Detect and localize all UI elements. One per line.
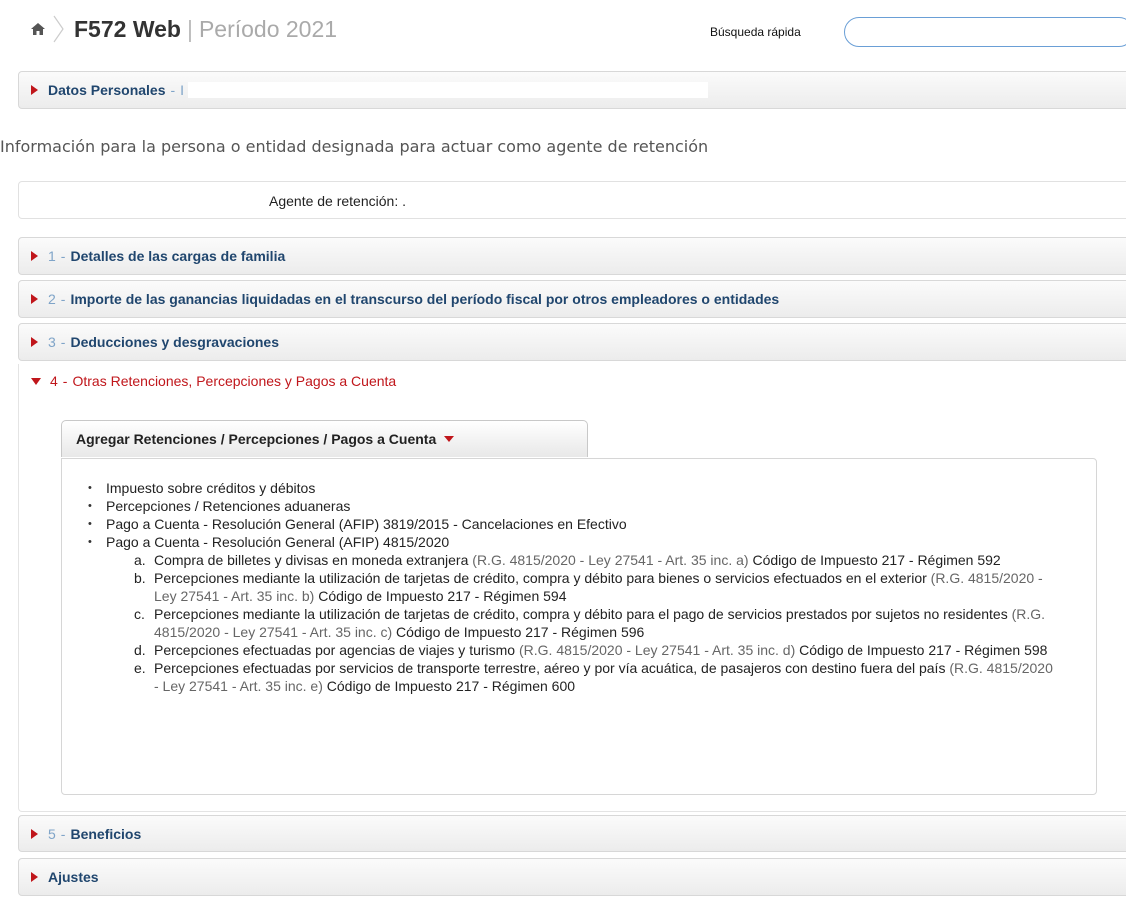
section-title: Deducciones y desgravaciones [70, 334, 280, 350]
sub-item-code: Código de Impuesto 217 - Régimen 600 [326, 678, 576, 694]
ajustes-panel[interactable]: Ajustes [18, 858, 1126, 896]
section-number: 2 [48, 291, 56, 307]
section-number: 4 [50, 373, 58, 389]
breadcrumb-separator-icon [53, 15, 64, 43]
list-item-label: Pago a Cuenta - Resolución General (AFIP… [106, 516, 627, 532]
section-5-header[interactable]: 5 - Beneficios [19, 816, 1126, 851]
dash-separator: - [62, 373, 68, 389]
list-item[interactable]: Pago a Cuenta - Resolución General (AFIP… [88, 533, 1096, 695]
top-bar: F572 Web | Período 2021 Búsqueda rápida [0, 0, 1126, 60]
sub-list-item[interactable]: a. Compra de billetes y divisas en moned… [134, 551, 1054, 569]
quick-search-input[interactable] [844, 17, 1126, 47]
sub-item-ref: (R.G. 4815/2020 - Ley 27541 - Art. 35 in… [518, 642, 796, 658]
sub-item-code: Código de Impuesto 217 - Régimen 592 [752, 552, 1001, 568]
info-text: Información para la persona o entidad de… [0, 137, 709, 156]
section-title: Otras Retenciones, Percepciones y Pagos … [72, 373, 397, 389]
home-icon[interactable] [30, 22, 46, 36]
triangle-right-icon [31, 294, 38, 304]
triangle-right-icon [31, 251, 38, 261]
sub-item-letter: b. [134, 570, 146, 586]
caret-down-icon [444, 436, 455, 442]
sub-item-letter: e. [134, 660, 146, 676]
list-item[interactable]: Impuesto sobre créditos y débitos [88, 479, 1096, 497]
section-title: Beneficios [70, 825, 142, 842]
options-list: Impuesto sobre créditos y débitos Percep… [88, 479, 1096, 695]
section-1-panel[interactable]: 1 - Detalles de las cargas de familia [18, 237, 1126, 275]
list-item-label: Impuesto sobre créditos y débitos [106, 480, 316, 496]
period-label: Período 2021 [198, 16, 338, 42]
datos-personales-label: Datos Personales [48, 82, 166, 98]
agente-retencion-label: Agente de retención: . [269, 193, 406, 209]
dash-separator: - [60, 248, 66, 264]
section-1-header[interactable]: 1 - Detalles de las cargas de familia [19, 238, 1126, 274]
app-name: F572 Web [74, 16, 181, 42]
sub-item-code: Código de Impuesto 217 - Régimen 594 [318, 588, 567, 604]
sub-item-main: Percepciones mediante la utilización de … [154, 570, 927, 586]
triangle-right-icon [31, 828, 38, 839]
list-item-label: Percepciones / Retenciones aduaneras [106, 498, 351, 514]
sub-item-letter: a. [134, 552, 146, 568]
agente-retencion-box: Agente de retención: . [18, 181, 1126, 219]
datos-personales-panel[interactable]: Datos Personales - I [18, 71, 1126, 109]
triangle-down-icon [31, 377, 41, 385]
section-2-panel[interactable]: 2 - Importe de las ganancias liquidadas … [18, 280, 1126, 318]
sub-item-main: Percepciones efectuadas por servicios de… [154, 660, 946, 676]
triangle-right-icon [31, 872, 38, 882]
sub-item-letter: d. [134, 642, 146, 658]
sub-list-item[interactable]: b. Percepciones mediante la utilización … [134, 569, 1054, 605]
section-4-header[interactable]: 4 - Otras Retenciones, Percepciones y Pa… [31, 373, 396, 389]
sub-item-main: Compra de billetes y divisas en moneda e… [154, 552, 469, 568]
section-number: 1 [48, 248, 56, 264]
section-2-header[interactable]: 2 - Importe de las ganancias liquidadas … [19, 281, 1126, 317]
redacted-name [188, 82, 709, 98]
section-4-panel: 4 - Otras Retenciones, Percepciones y Pa… [18, 364, 1126, 812]
triangle-right-icon [31, 337, 38, 347]
list-item[interactable]: Pago a Cuenta - Resolución General (AFIP… [88, 515, 1096, 533]
title-separator: | [186, 16, 193, 42]
list-item-label: Pago a Cuenta - Resolución General (AFIP… [106, 534, 450, 550]
section-3-header[interactable]: 3 - Deducciones y desgravaciones [19, 324, 1126, 360]
sub-options-list: a. Compra de billetes y divisas en moned… [134, 551, 1054, 695]
dash-separator: - [60, 291, 66, 307]
sub-item-ref: (R.G. 4815/2020 - Ley 27541 - Art. 35 in… [472, 552, 749, 568]
options-list-box: Impuesto sobre créditos y débitos Percep… [61, 458, 1097, 795]
sub-item-main: Percepciones efectuadas por agencias de … [154, 642, 516, 658]
section-number: 5 [48, 825, 56, 842]
add-button-label: Agregar Retenciones / Percepciones / Pag… [76, 431, 437, 447]
add-retenciones-dropdown-button[interactable]: Agregar Retenciones / Percepciones / Pag… [61, 420, 588, 457]
dash-separator: - [60, 334, 66, 350]
dash-separator: - [60, 825, 66, 842]
section-3-panel[interactable]: 3 - Deducciones y desgravaciones [18, 323, 1126, 361]
sub-item-code: Código de Impuesto 217 - Régimen 596 [396, 624, 645, 640]
list-item[interactable]: Percepciones / Retenciones aduaneras [88, 497, 1096, 515]
sub-list-item[interactable]: e. Percepciones efectuadas por servicios… [134, 659, 1054, 695]
sub-list-item[interactable]: d. Percepciones efectuadas por agencias … [134, 641, 1054, 659]
section-title: Ajustes [48, 869, 99, 885]
sub-list-item[interactable]: c. Percepciones mediante la utilización … [134, 605, 1054, 641]
ajustes-header[interactable]: Ajustes [19, 859, 1126, 895]
sub-item-main: Percepciones mediante la utilización de … [154, 606, 1008, 622]
page-title: F572 Web | Período 2021 [74, 16, 337, 43]
section-5-panel[interactable]: 5 - Beneficios [18, 815, 1126, 852]
section-title: Detalles de las cargas de familia [70, 248, 286, 264]
datos-personales-value: I [180, 82, 185, 98]
section-number: 3 [48, 334, 56, 350]
section-title: Importe de las ganancias liquidadas en e… [70, 291, 780, 307]
triangle-right-icon [31, 85, 38, 95]
quick-search-label: Búsqueda rápida [710, 25, 801, 39]
sub-item-letter: c. [134, 606, 145, 622]
dash-separator: - [170, 82, 176, 98]
sub-item-code: Código de Impuesto 217 - Régimen 598 [799, 642, 1048, 658]
datos-personales-header[interactable]: Datos Personales - I [19, 72, 1126, 108]
